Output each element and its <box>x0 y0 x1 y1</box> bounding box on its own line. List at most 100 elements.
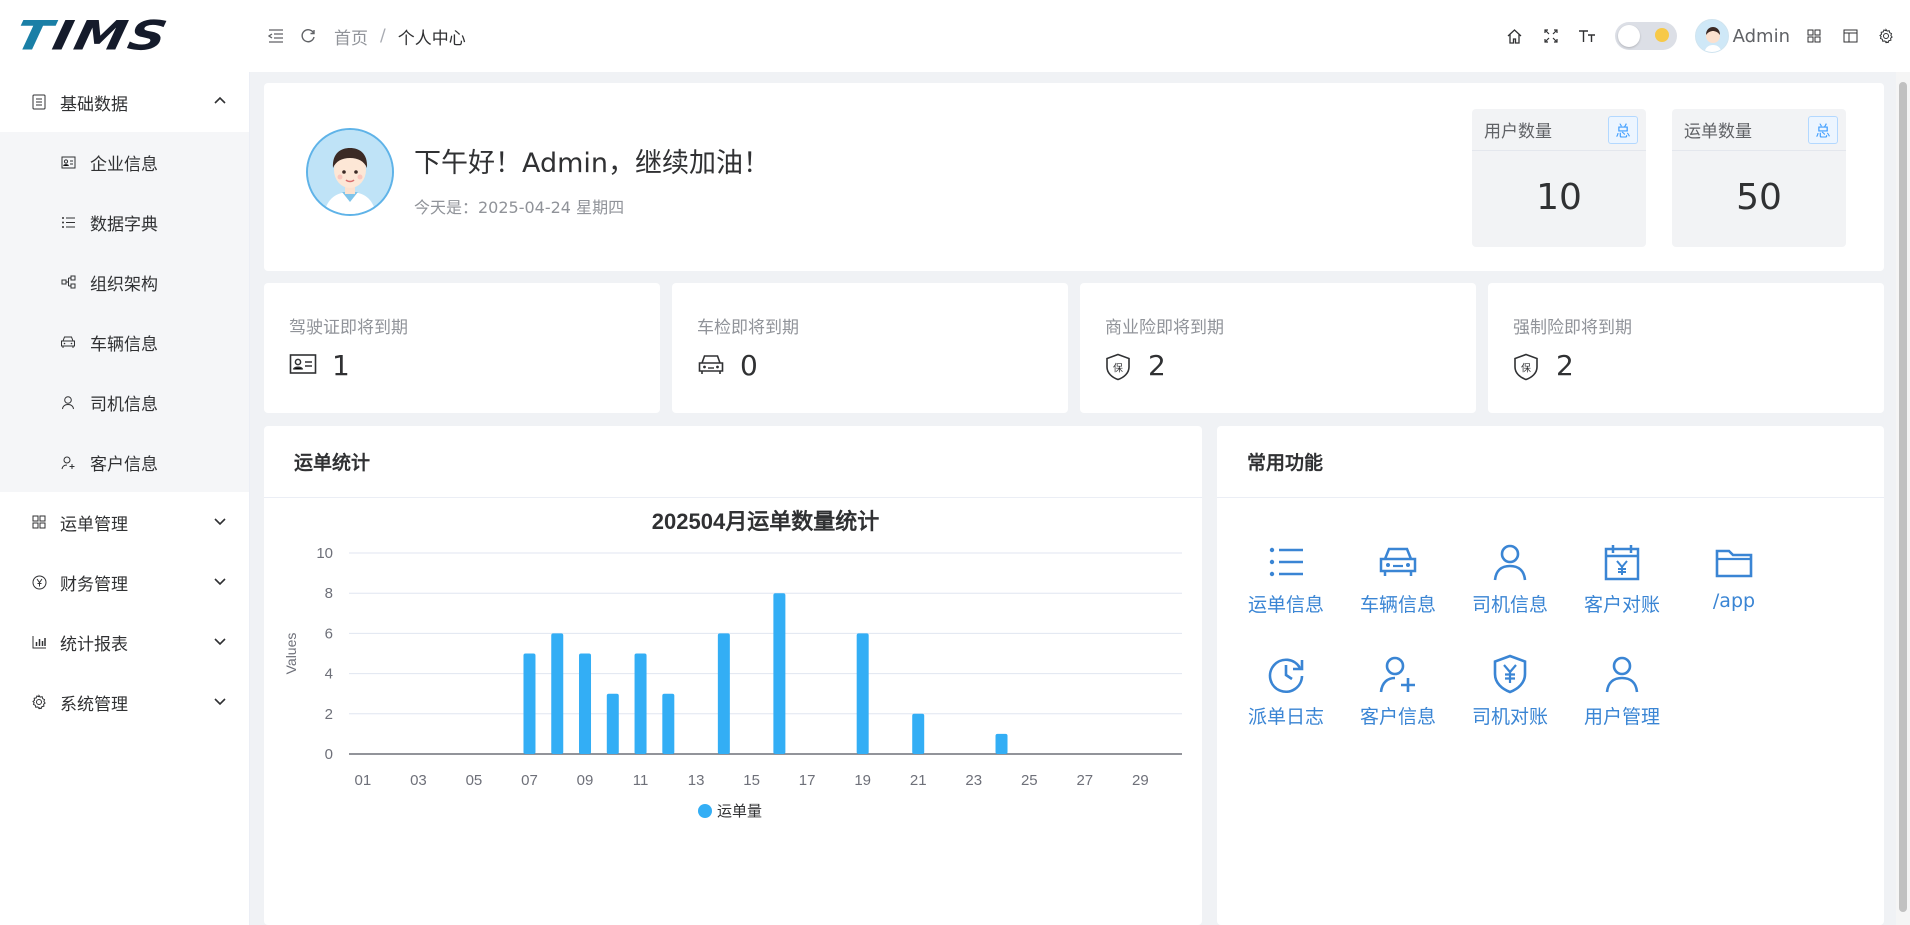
func-label: 运单信息 <box>1247 594 1324 616</box>
expiry-label: 车检即将到期 <box>697 318 799 338</box>
org-tree-icon <box>60 274 76 290</box>
waybill-bar-chart: 202504月运单数量统计 0 2 4 6 8 10 Values 01 03 05 07 09 11 13… <box>283 509 1182 820</box>
fullscreen-icon[interactable] <box>1539 24 1563 48</box>
page-scrollbar[interactable] <box>1896 72 1910 925</box>
sidebar-item-label: 车辆信息 <box>90 334 158 355</box>
breadcrumb-separator: / <box>380 26 386 46</box>
insurance-shield-icon: 保 <box>1513 353 1541 381</box>
avatar <box>1694 19 1729 53</box>
sidebar-item-org-structure[interactable]: 组织架构 <box>0 252 249 312</box>
bar-chart-icon <box>30 633 48 651</box>
total-badge: 总 <box>1808 116 1838 144</box>
x-tick-label: 19 <box>854 772 871 789</box>
sidebar: 基础数据 企业信息 数据字典 组织架构 车辆信息 司机信息 客户信息 运单管理 … <box>0 72 250 925</box>
sidebar-item-driver-info[interactable]: 司机信息 <box>0 372 249 432</box>
func-dispatch-log[interactable]: 派单日志 <box>1236 654 1336 729</box>
breadcrumb-current: 个人中心 <box>397 28 466 49</box>
insurance-glyph: 保 <box>1113 362 1123 375</box>
func-user-management[interactable]: 用户管理 <box>1572 654 1672 729</box>
sidebar-item-data-dictionary[interactable]: 数据字典 <box>0 192 249 252</box>
sidebar-group-label: 运单管理 <box>60 514 128 535</box>
y-tick-label: 6 <box>325 625 333 642</box>
x-tick-label: 05 <box>466 772 483 789</box>
x-tick-label: 25 <box>1021 772 1038 789</box>
sidebar-group-label: 统计报表 <box>60 634 128 655</box>
stat-value: 50 <box>1736 177 1782 218</box>
func-vehicle-info[interactable]: 车辆信息 <box>1348 542 1448 617</box>
expiry-count: 2 <box>1148 349 1166 382</box>
app-logo[interactable]: TIMS <box>0 0 250 72</box>
func-driver-info[interactable]: 司机信息 <box>1460 542 1560 617</box>
person-icon <box>1490 542 1530 582</box>
stat-value: 10 <box>1536 177 1582 218</box>
id-card-icon <box>60 154 76 170</box>
expiry-label: 强制险即将到期 <box>1513 318 1632 338</box>
x-tick-label: 29 <box>1132 772 1149 789</box>
sidebar-item-label: 司机信息 <box>90 394 158 415</box>
expiry-card-commercial-insurance: 商业险即将到期 保 2 <box>1080 283 1476 413</box>
expiry-card-license: 驾驶证即将到期 1 <box>264 283 660 413</box>
chart-bar <box>634 653 647 754</box>
customer-icon <box>60 454 76 470</box>
stat-user-count: 用户数量 总 10 <box>1472 109 1646 247</box>
window-icon[interactable] <box>1838 24 1862 48</box>
chart-bar <box>579 653 592 754</box>
greeting-text: 下午好！Admin，继续加油！ <box>414 148 771 179</box>
sidebar-submenu-basic-data: 企业信息 数据字典 组织架构 车辆信息 司机信息 客户信息 <box>0 132 249 492</box>
func-customer-reconciliation[interactable]: 客户对账 <box>1572 542 1672 617</box>
chart-bar <box>523 653 536 754</box>
header-toolbar: Admin <box>1503 0 1898 72</box>
today-date: 今天是：2025-04-24 星期四 <box>414 198 625 217</box>
chart-bar <box>551 633 564 754</box>
x-tick-label: 13 <box>688 772 705 789</box>
sidebar-group-label: 基础数据 <box>60 94 128 115</box>
chart-title: 202504月运单数量统计 <box>652 509 879 534</box>
func-label: 用户管理 <box>1583 706 1660 728</box>
sidebar-item-vehicle-info[interactable]: 车辆信息 <box>0 312 249 372</box>
chart-bar <box>717 633 730 754</box>
refresh-icon[interactable] <box>296 24 320 48</box>
settings-icon[interactable] <box>1874 24 1898 48</box>
sidebar-group-label: 财务管理 <box>60 574 128 595</box>
layout-icon[interactable] <box>1802 24 1826 48</box>
theme-toggle[interactable] <box>1614 22 1677 50</box>
license-icon <box>289 353 317 381</box>
func-waybill-info[interactable]: 运单信息 <box>1236 542 1336 617</box>
panel-title: 运单统计 <box>264 426 1202 498</box>
font-size-icon[interactable] <box>1575 24 1599 48</box>
sidebar-group-statistics-report[interactable]: 统计报表 <box>0 612 249 672</box>
x-tick-label: 07 <box>521 772 538 789</box>
sidebar-item-customer-info[interactable]: 客户信息 <box>0 432 249 492</box>
gear-icon <box>30 693 48 711</box>
insurance-glyph: 保 <box>1521 362 1531 375</box>
person-icon <box>60 394 76 410</box>
panel-title: 常用功能 <box>1217 426 1884 498</box>
sidebar-group-basic-data[interactable]: 基础数据 <box>0 72 249 132</box>
document-icon <box>30 93 48 111</box>
breadcrumb-home[interactable]: 首页 <box>334 24 368 49</box>
sidebar-group-finance-management[interactable]: 财务管理 <box>0 552 249 612</box>
x-tick-label: 01 <box>355 772 372 789</box>
user-name: Admin <box>1732 25 1790 47</box>
func-driver-reconciliation[interactable]: 司机对账 <box>1460 654 1560 729</box>
x-tick-label: 15 <box>743 772 760 789</box>
scrollbar-thumb[interactable] <box>1899 82 1907 912</box>
person-icon <box>1602 654 1642 694</box>
x-tick-label: 09 <box>577 772 594 789</box>
sidebar-group-system-management[interactable]: 系统管理 <box>0 672 249 732</box>
func-app[interactable]: /app <box>1684 542 1784 612</box>
func-customer-info[interactable]: 客户信息 <box>1348 654 1448 729</box>
clock-refresh-icon <box>1266 654 1306 694</box>
list-icon <box>1266 542 1306 582</box>
chevron-up-icon <box>214 96 226 104</box>
sidebar-item-company-info[interactable]: 企业信息 <box>0 132 249 192</box>
sidebar-group-waybill-management[interactable]: 运单管理 <box>0 492 249 552</box>
grid-icon <box>30 513 48 531</box>
home-icon[interactable] <box>1503 24 1527 48</box>
top-header: 首页 / 个人中心 Admin <box>250 0 1910 72</box>
func-label: 司机对账 <box>1471 706 1548 728</box>
sidebar-item-label: 数据字典 <box>90 214 158 235</box>
user-menu[interactable]: Admin <box>1694 19 1790 53</box>
fold-icon[interactable] <box>264 24 288 48</box>
sidebar-item-label: 组织架构 <box>90 274 158 295</box>
